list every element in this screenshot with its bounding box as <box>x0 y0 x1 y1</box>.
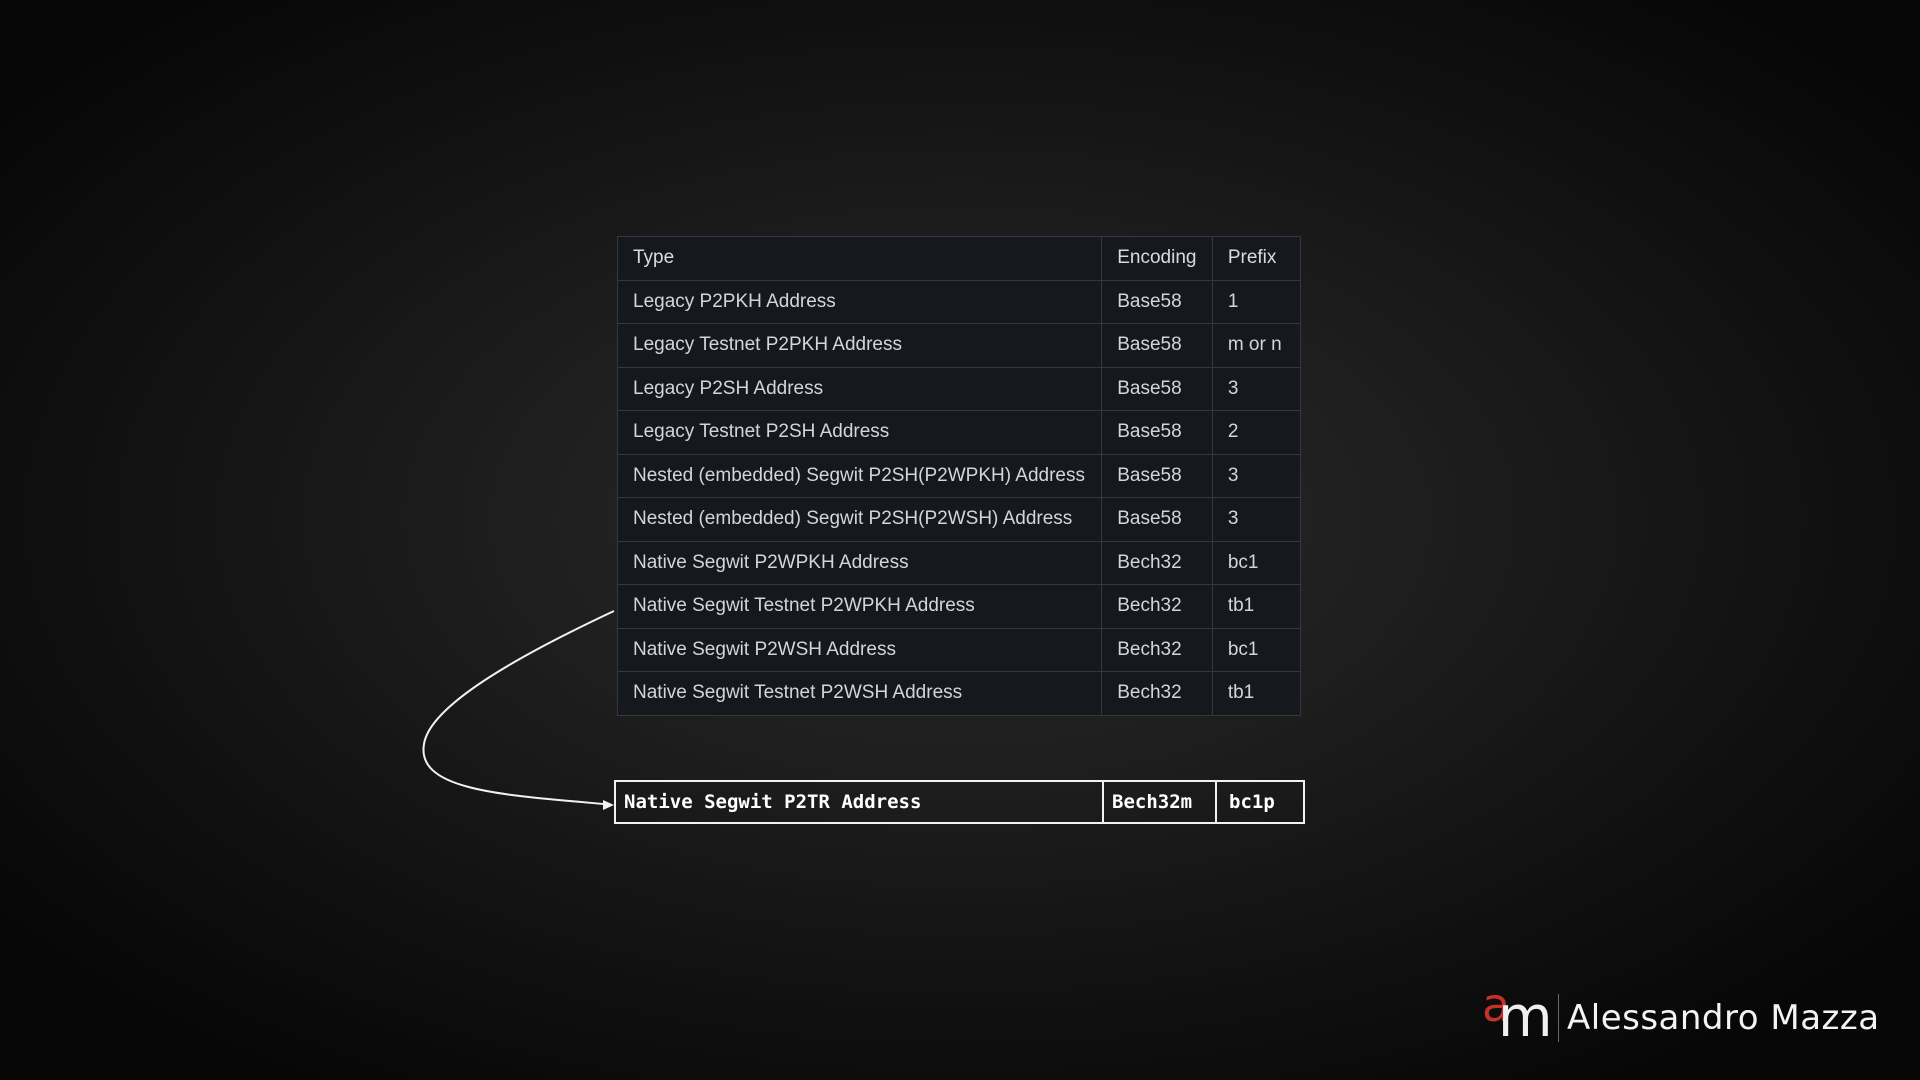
table-header-row: Type Encoding Prefix <box>616 236 1302 281</box>
brand-watermark: a m Alessandro Mazza <box>1480 982 1880 1050</box>
cell-prefix: 1 <box>1211 279 1302 324</box>
table-row: Legacy P2PKH Address Base58 1 <box>616 279 1302 324</box>
cell-prefix: tb1 <box>1211 584 1302 629</box>
cell-prefix: 2 <box>1211 410 1302 455</box>
logo-letter-m: m <box>1498 985 1553 1050</box>
header-encoding: Encoding <box>1101 236 1213 281</box>
cell-type: Legacy P2SH Address <box>616 366 1103 411</box>
cell-encoding: Base58 <box>1101 453 1213 498</box>
header-type: Type <box>616 236 1103 281</box>
table-row: Native Segwit P2WPKH Address Bech32 bc1 <box>616 540 1302 585</box>
am-logo: a m <box>1480 982 1556 1050</box>
brand-name: Alessandro Mazza <box>1567 998 1880 1038</box>
cell-prefix: m or n <box>1211 323 1302 368</box>
cell-prefix: 3 <box>1211 366 1302 411</box>
cell-prefix: bc1 <box>1211 540 1302 585</box>
p2tr-prefix: bc1p <box>1229 791 1275 813</box>
cell-type: Native Segwit P2WSH Address <box>616 627 1103 672</box>
cell-type: Native Segwit Testnet P2WSH Address <box>616 671 1103 716</box>
cell-encoding: Base58 <box>1101 366 1213 411</box>
table-row: Native Segwit P2WSH Address Bech32 bc1 <box>616 627 1302 672</box>
address-types-table: Type Encoding Prefix Legacy P2PKH Addres… <box>616 236 1302 716</box>
cell-type: Nested (embedded) Segwit P2SH(P2WPKH) Ad… <box>616 453 1103 498</box>
arrow-head <box>603 800 614 810</box>
cell-type: Native Segwit P2WPKH Address <box>616 540 1103 585</box>
cell-encoding: Bech32 <box>1101 627 1213 672</box>
table-row: Native Segwit Testnet P2WSH Address Bech… <box>616 671 1302 716</box>
cell-encoding: Base58 <box>1101 497 1213 542</box>
table-row: Nested (embedded) Segwit P2SH(P2WPKH) Ad… <box>616 453 1302 498</box>
table-row: Nested (embedded) Segwit P2SH(P2WSH) Add… <box>616 497 1302 542</box>
table-row: Native Segwit Testnet P2WPKH Address Bec… <box>616 584 1302 629</box>
table-row: Legacy Testnet P2PKH Address Base58 m or… <box>616 323 1302 368</box>
cell-type: Nested (embedded) Segwit P2SH(P2WSH) Add… <box>616 497 1103 542</box>
cell-encoding: Bech32 <box>1101 584 1213 629</box>
brand-divider <box>1558 994 1559 1042</box>
cell-prefix: tb1 <box>1211 671 1302 716</box>
cell-type: Native Segwit Testnet P2WPKH Address <box>616 584 1103 629</box>
cell-type: Legacy Testnet P2SH Address <box>616 410 1103 455</box>
cell-prefix: 3 <box>1211 497 1302 542</box>
table-row: Legacy Testnet P2SH Address Base58 2 <box>616 410 1302 455</box>
cell-type: Legacy Testnet P2PKH Address <box>616 323 1103 368</box>
cell-prefix: bc1 <box>1211 627 1302 672</box>
arrow-curve <box>422 610 615 805</box>
header-prefix: Prefix <box>1211 236 1302 281</box>
cell-encoding: Base58 <box>1101 279 1213 324</box>
cell-encoding: Bech32 <box>1101 671 1213 716</box>
p2tr-encoding: Bech32m <box>1104 782 1217 822</box>
cell-prefix: 3 <box>1211 453 1302 498</box>
table-row: Legacy P2SH Address Base58 3 <box>616 366 1302 411</box>
p2tr-type: Native Segwit P2TR Address <box>616 782 1104 822</box>
cell-encoding: Bech32 <box>1101 540 1213 585</box>
cell-encoding: Base58 <box>1101 410 1213 455</box>
cell-encoding: Base58 <box>1101 323 1213 368</box>
p2tr-highlight-row: Native Segwit P2TR Address Bech32m bc1p <box>614 780 1305 824</box>
cell-type: Legacy P2PKH Address <box>616 279 1103 324</box>
